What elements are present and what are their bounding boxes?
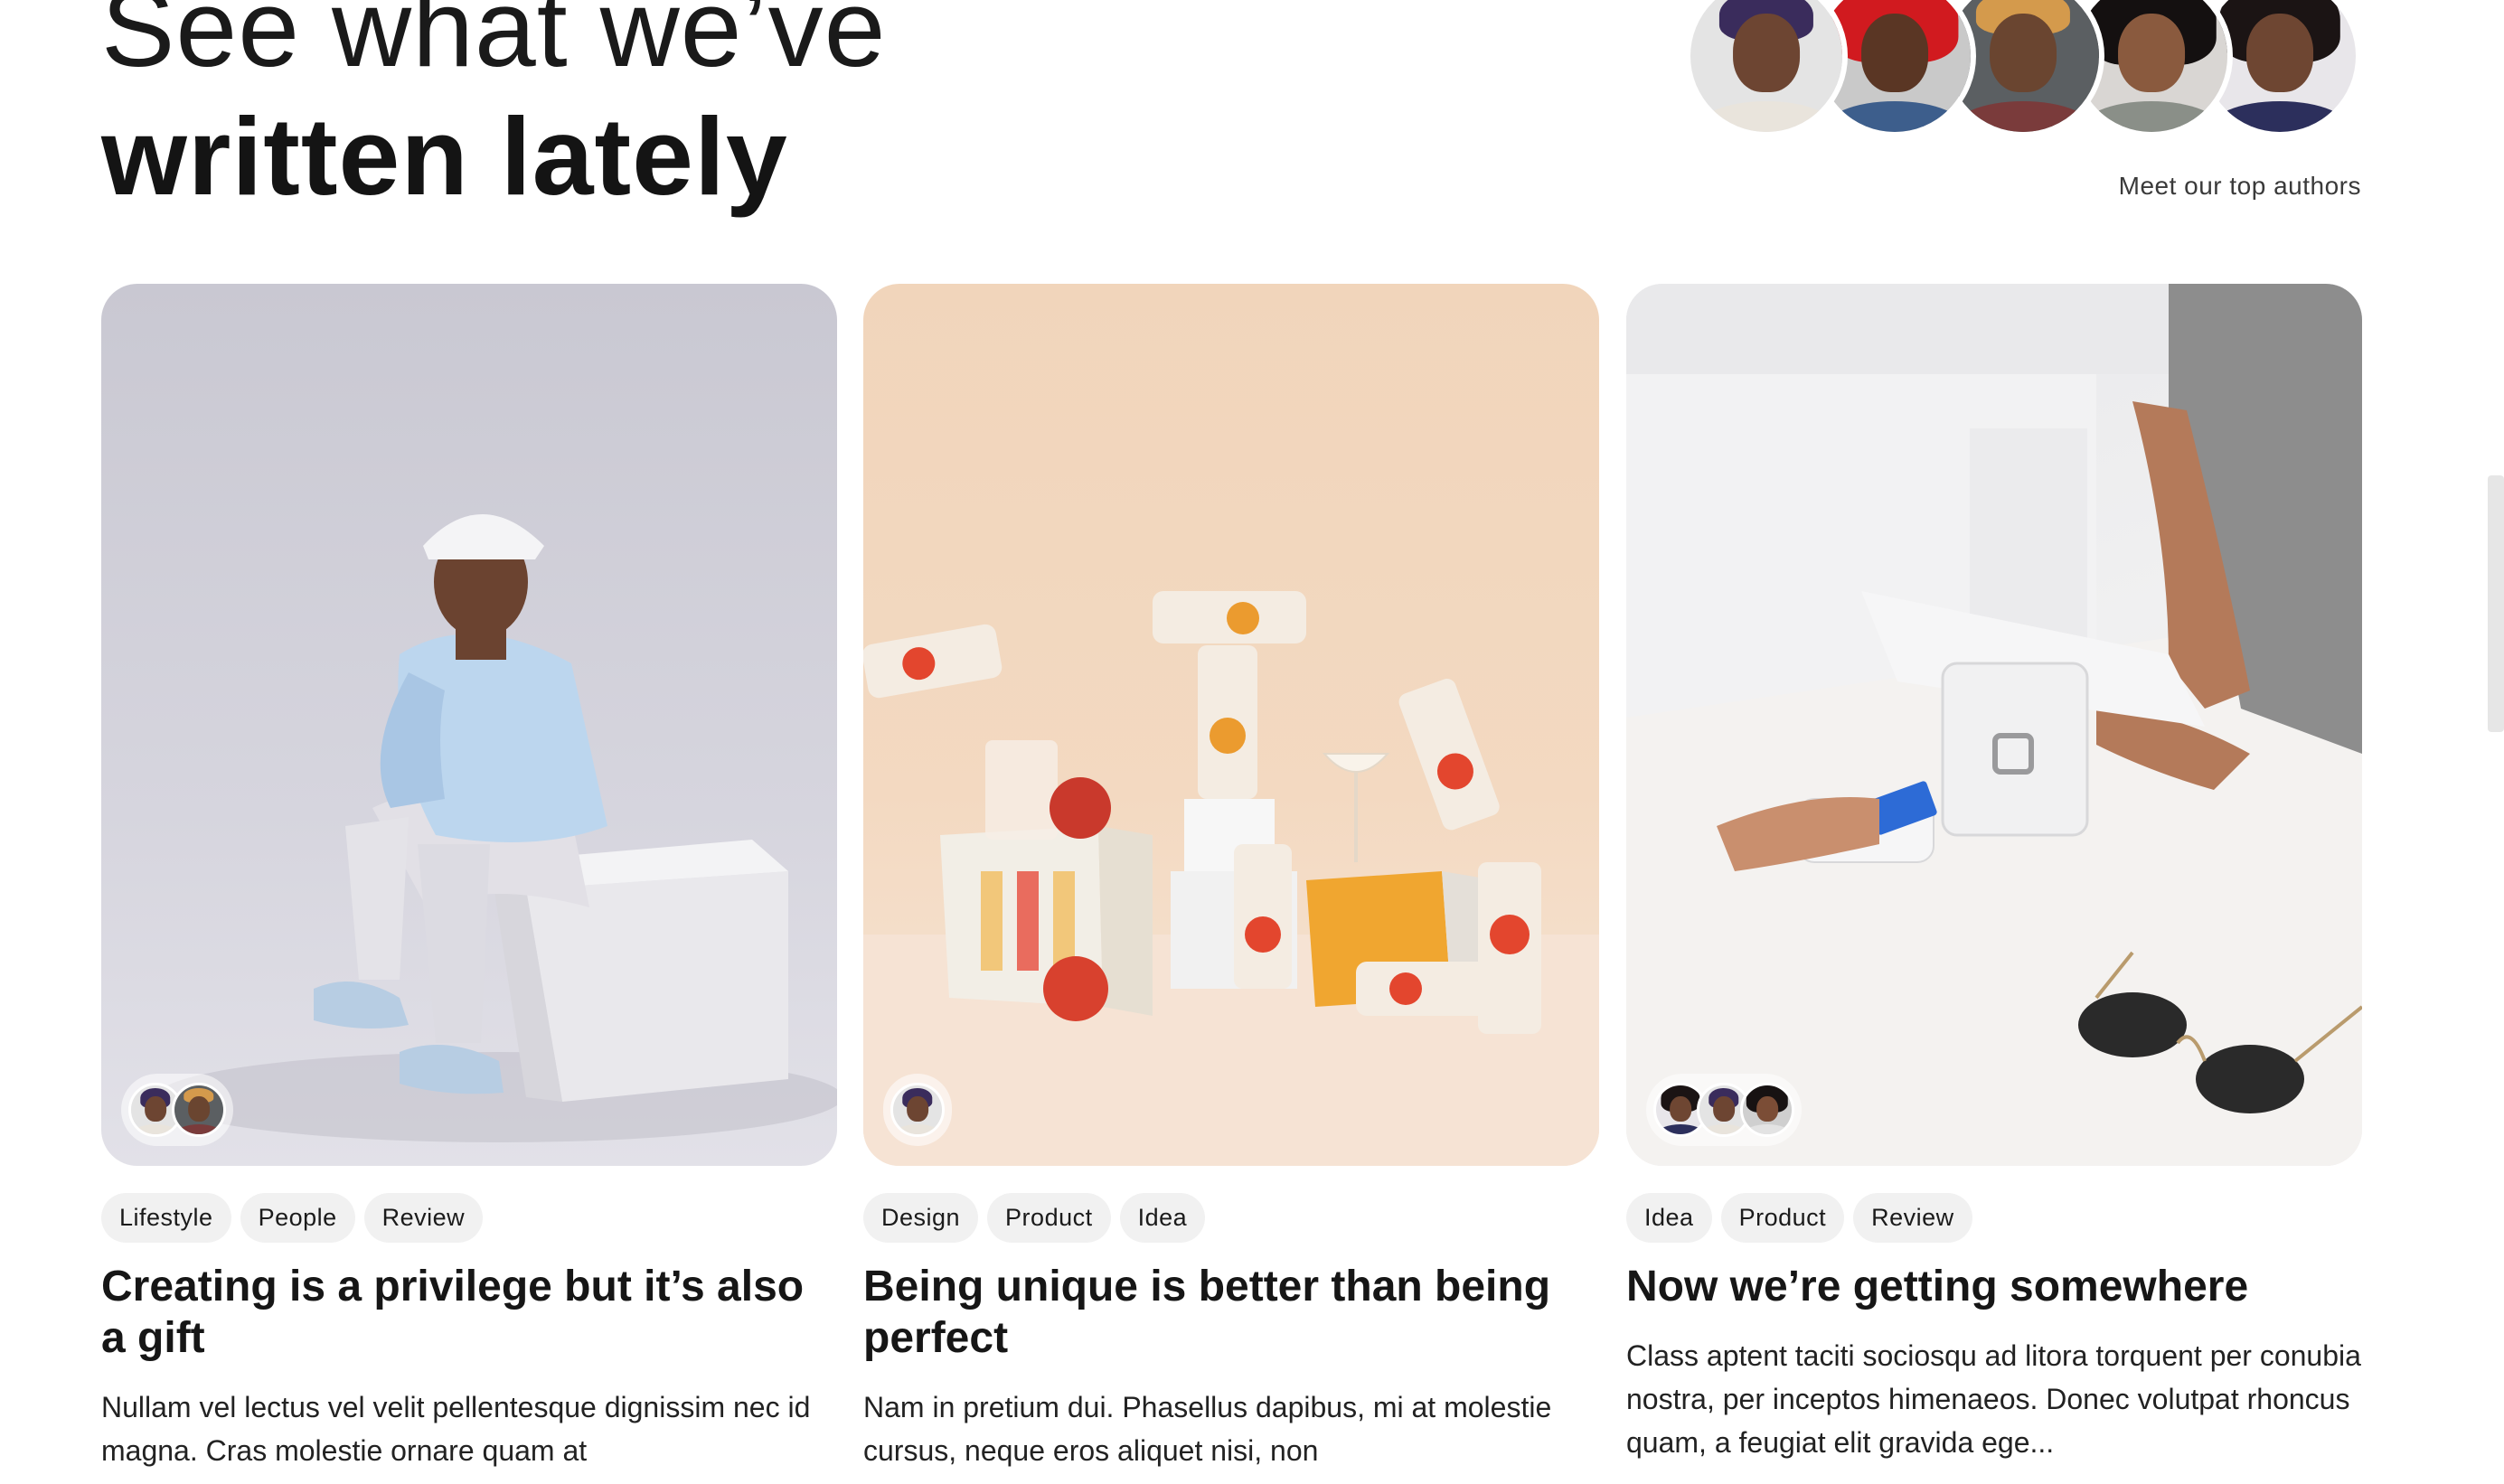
post-card[interactable]: Idea Product Review Now we’re getting so…	[1626, 284, 2362, 1464]
post-tags: Idea Product Review	[1626, 1193, 2362, 1243]
meet-authors-link[interactable]: Meet our top authors	[2119, 172, 2361, 201]
post-tags: Lifestyle People Review	[101, 1193, 837, 1243]
tag-chip[interactable]: Design	[863, 1193, 979, 1243]
post-excerpt: Nam in pretium dui. Phasellus dapibus, m…	[863, 1391, 1552, 1467]
post-title[interactable]: Creating is a privilege but it’s also a …	[101, 1261, 837, 1364]
tag-chip[interactable]: Idea	[1119, 1193, 1206, 1243]
headline-light: See what we’ve	[101, 0, 887, 89]
post-title[interactable]: Being unique is better than being perfec…	[863, 1261, 1599, 1364]
tag-chip[interactable]: People	[240, 1193, 355, 1243]
tag-chip[interactable]: Idea	[1626, 1193, 1712, 1243]
post-authors[interactable]	[1646, 1074, 1802, 1146]
post-author-avatar[interactable]	[172, 1083, 226, 1137]
section-headline: See what we’ve written lately	[101, 0, 886, 221]
post-title[interactable]: Now we’re getting somewhere	[1626, 1261, 2362, 1312]
post-image[interactable]	[101, 284, 837, 1166]
post-image[interactable]	[1626, 284, 2362, 1166]
post-illustration	[1626, 284, 2362, 1166]
author-avatar[interactable]	[1685, 0, 1848, 137]
post-excerpt: Class aptent taciti sociosqu ad litora t…	[1626, 1339, 2361, 1459]
post-tags: Design Product Idea	[863, 1193, 1599, 1243]
tag-chip[interactable]: Review	[363, 1193, 484, 1243]
post-illustration	[155, 514, 837, 1142]
post-excerpt: Nullam vel lectus vel velit pellentesque…	[101, 1391, 811, 1467]
post-card[interactable]: Design Product Idea Being unique is bett…	[863, 284, 1599, 1472]
scrollbar-thumb[interactable]	[2488, 475, 2504, 732]
headline-bold: written lately	[101, 95, 788, 218]
post-author-avatar[interactable]	[890, 1083, 945, 1137]
tag-chip[interactable]: Review	[1853, 1193, 1972, 1243]
top-authors-avatars[interactable]	[1685, 0, 2361, 137]
post-authors[interactable]	[121, 1074, 233, 1146]
post-image[interactable]	[863, 284, 1599, 1166]
tag-chip[interactable]: Product	[987, 1193, 1111, 1243]
post-illustration	[863, 591, 1599, 1166]
tag-chip[interactable]: Product	[1720, 1193, 1845, 1243]
blog-section: See what we’ve written lately Meet our t…	[0, 0, 2504, 1484]
post-author-avatar[interactable]	[1740, 1083, 1794, 1137]
post-authors[interactable]	[883, 1074, 952, 1146]
post-card[interactable]: Lifestyle People Review Creating is a pr…	[101, 284, 837, 1472]
tag-chip[interactable]: Lifestyle	[101, 1193, 231, 1243]
